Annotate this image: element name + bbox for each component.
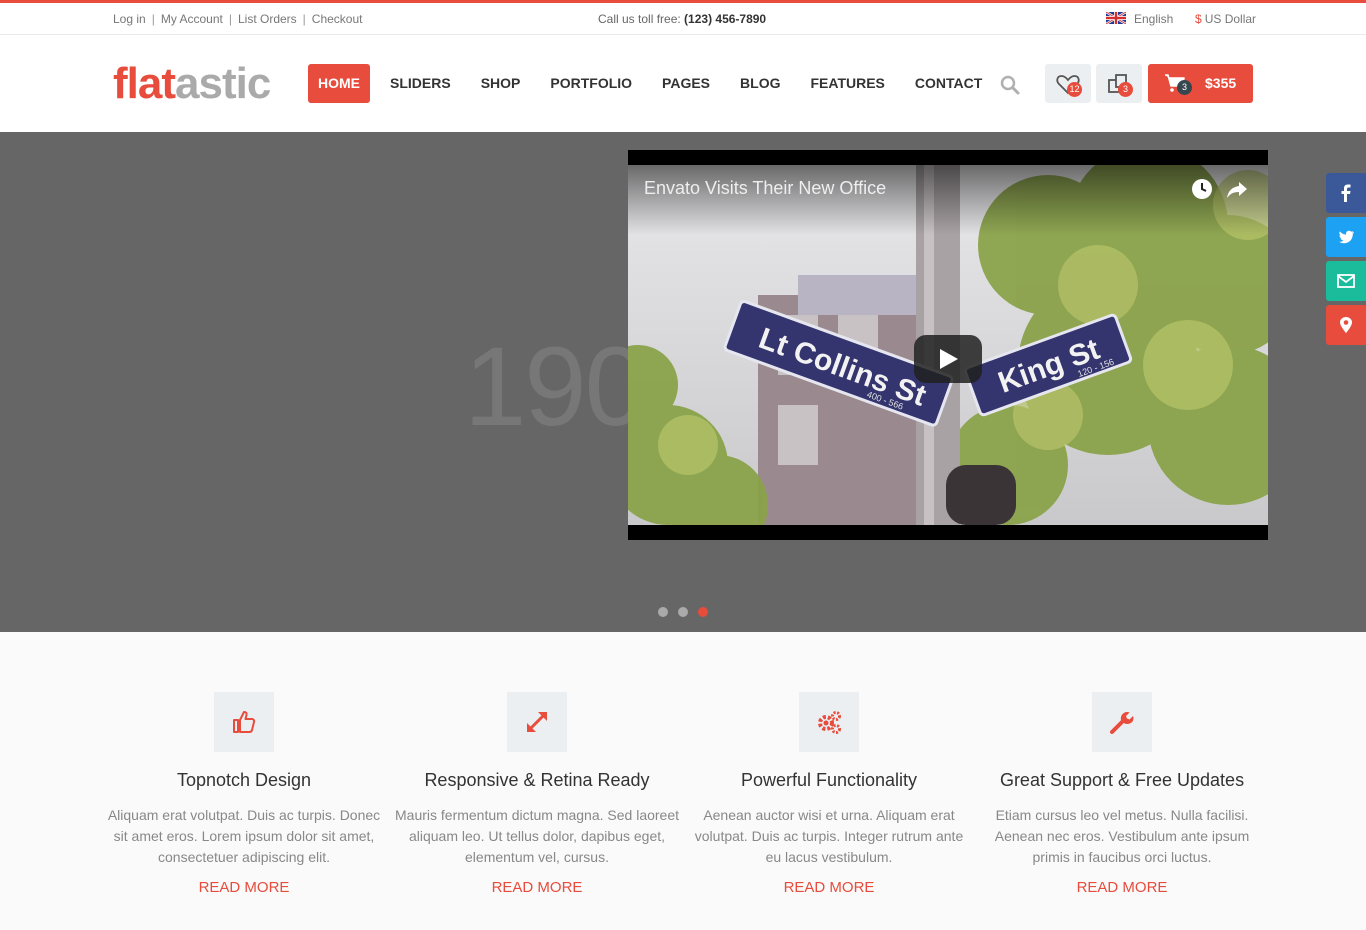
thumbs-up-icon xyxy=(233,711,256,733)
play-icon xyxy=(940,349,958,369)
top-bar: Log in | My Account | List Orders | Checkout C… xyxy=(0,0,1366,35)
email-button[interactable] xyxy=(1326,261,1366,301)
slider-dot-1[interactable] xyxy=(658,607,668,617)
nav-item-contact[interactable]: CONTACT xyxy=(905,64,992,103)
currency-label: US Dollar xyxy=(1204,12,1257,26)
gears-icon xyxy=(818,711,841,734)
cart-total: $355 xyxy=(1205,75,1237,91)
email-icon xyxy=(1337,274,1355,288)
separator: | xyxy=(228,12,232,26)
main-nav: HOME SLIDERS SHOP PORTFOLIO PAGES BLOG F… xyxy=(308,64,1002,103)
nav-item-home[interactable]: HOME xyxy=(308,64,370,103)
feature-text: Etiam cursus leo vel metus. Nulla facili… xyxy=(994,807,1250,865)
separator: | xyxy=(151,12,155,26)
slider-pagination xyxy=(658,607,718,617)
header: flatastic HOME SLIDERS SHOP PORTFOLIO PA… xyxy=(0,35,1366,132)
compare-count-badge: 3 xyxy=(1118,82,1133,97)
feature-icon-box xyxy=(214,692,274,752)
feature-text: Aliquam erat volutpat. Duis ac turpis. D… xyxy=(107,807,381,865)
account-links: Log in | My Account | List Orders | Checkout xyxy=(113,12,363,26)
feature-title: Great Support & Free Updates xyxy=(999,770,1245,790)
facebook-button[interactable] xyxy=(1326,173,1366,213)
feature-text: Aenean auctor wisi et urna. Aliquam erat… xyxy=(694,807,964,865)
location-button[interactable] xyxy=(1326,305,1366,345)
logo-part-2: astic xyxy=(175,59,271,108)
feature-icon-box xyxy=(799,692,859,752)
logo[interactable]: flatastic xyxy=(113,59,271,109)
wishlist-count-badge: 12 xyxy=(1067,82,1082,97)
feature-title: Topnotch Design xyxy=(176,770,312,790)
social-sidebar xyxy=(1326,173,1366,349)
nav-item-features[interactable]: FEATURES xyxy=(800,64,894,103)
twitter-button[interactable] xyxy=(1326,217,1366,257)
uk-flag-icon xyxy=(1106,12,1126,24)
phone-info: Call us toll free: (123) 456-7890 xyxy=(598,12,766,26)
nav-item-pages[interactable]: PAGES xyxy=(652,64,720,103)
video-title[interactable]: Envato Visits Their New Office xyxy=(644,178,886,199)
feature-card: Responsive & Retina Ready Mauris ferment… xyxy=(391,692,683,897)
cart-button[interactable]: 3 $355 xyxy=(1148,64,1253,103)
nav-item-portfolio[interactable]: PORTFOLIO xyxy=(540,64,642,103)
separator: | xyxy=(302,12,306,26)
feature-card: Great Support & Free Updates Etiam cursu… xyxy=(976,692,1268,897)
login-link[interactable]: Log in xyxy=(113,12,146,26)
read-more-link[interactable]: READ MORE xyxy=(1077,879,1168,896)
play-button[interactable] xyxy=(914,335,982,383)
wishlist-button[interactable]: 12 xyxy=(1045,64,1091,103)
video-thumbnail: Lt Collins St 400 - 566 King St 120 - 15… xyxy=(628,165,1268,525)
features-section: Topnotch Design Aliquam erat volutpat. D… xyxy=(0,632,1366,930)
read-more-link[interactable]: READ MORE xyxy=(492,879,583,896)
slider-dot-3[interactable] xyxy=(698,607,708,617)
checkout-link[interactable]: Checkout xyxy=(312,12,363,26)
phone-label: Call us toll free: xyxy=(598,12,681,26)
feature-icon-box xyxy=(1092,692,1152,752)
feature-card: Topnotch Design Aliquam erat volutpat. D… xyxy=(98,692,390,897)
slider-dot-2[interactable] xyxy=(678,607,688,617)
feature-card: Powerful Functionality Aenean auctor wis… xyxy=(683,692,975,897)
twitter-icon xyxy=(1339,230,1354,244)
my-account-link[interactable]: My Account xyxy=(161,12,223,26)
currency-symbol: $ xyxy=(1195,12,1202,26)
feature-text: Mauris fermentum dictum magna. Sed laore… xyxy=(395,807,680,865)
nav-item-blog[interactable]: BLOG xyxy=(730,64,790,103)
nav-item-shop[interactable]: SHOP xyxy=(471,64,531,103)
feature-title: Responsive & Retina Ready xyxy=(424,770,650,790)
facebook-icon xyxy=(1341,184,1351,202)
watch-later-icon[interactable] xyxy=(1191,178,1213,200)
hero-slider: 190 Lt Collins St 400 - 566 King St 120 … xyxy=(0,132,1366,632)
cart-count-badge: 3 xyxy=(1177,80,1192,95)
nav-item-sliders[interactable]: SLIDERS xyxy=(380,64,461,103)
read-more-link[interactable]: READ MORE xyxy=(784,879,875,896)
feature-icon-box xyxy=(507,692,567,752)
share-icon[interactable] xyxy=(1226,178,1248,200)
language-label: English xyxy=(1134,12,1174,26)
currency-selector[interactable]: $ US Dollar xyxy=(1195,12,1256,26)
slide-number-text: 190 xyxy=(464,324,647,449)
read-more-link[interactable]: READ MORE xyxy=(199,879,290,896)
location-icon xyxy=(1340,317,1352,333)
logo-part-1: flat xyxy=(113,59,176,108)
video-player[interactable]: Lt Collins St 400 - 566 King St 120 - 15… xyxy=(628,150,1268,540)
compare-button[interactable]: 3 xyxy=(1096,64,1142,103)
expand-icon xyxy=(526,711,548,733)
wrench-icon xyxy=(1110,712,1134,734)
feature-title: Powerful Functionality xyxy=(740,770,918,790)
search-icon[interactable] xyxy=(1000,75,1020,95)
language-selector[interactable]: English xyxy=(1106,12,1173,26)
list-orders-link[interactable]: List Orders xyxy=(238,12,297,26)
phone-number: (123) 456-7890 xyxy=(684,12,767,26)
